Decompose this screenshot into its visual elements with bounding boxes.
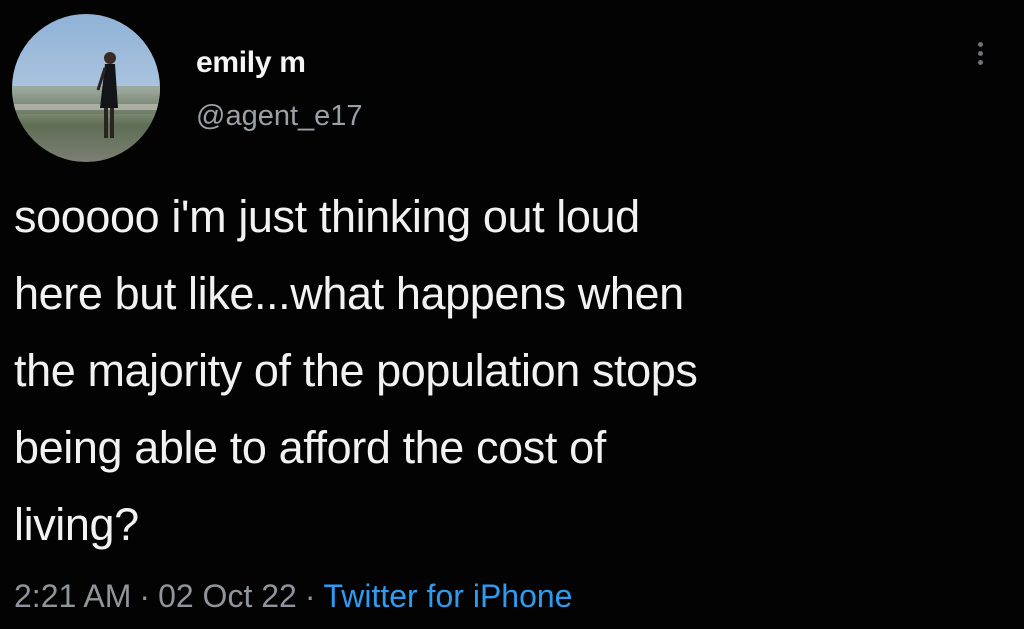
tweet-text: sooooo i'm just thinking out loud here b… [14,191,698,550]
display-name[interactable]: emily m [196,46,306,80]
vertical-ellipsis-icon [968,42,992,65]
tweet-card: emily m @agent_e17 sooooo i'm just think… [0,0,1024,629]
avatar[interactable] [12,14,160,162]
avatar-person-figure [96,52,118,138]
meta-separator: · [139,578,151,614]
meta-separator: · [304,578,316,614]
user-handle[interactable]: @agent_e17 [196,100,363,133]
more-options-button[interactable] [968,38,992,78]
tweet-source-link[interactable]: Twitter for iPhone [323,578,572,614]
tweet-time[interactable]: 2:21 AM [14,578,131,614]
tweet-date[interactable]: 02 Oct 22 [158,578,297,614]
avatar-railing [12,104,160,110]
tweet-meta: 2:21 AM · 02 Oct 22 · Twitter for iPhone [14,578,572,615]
